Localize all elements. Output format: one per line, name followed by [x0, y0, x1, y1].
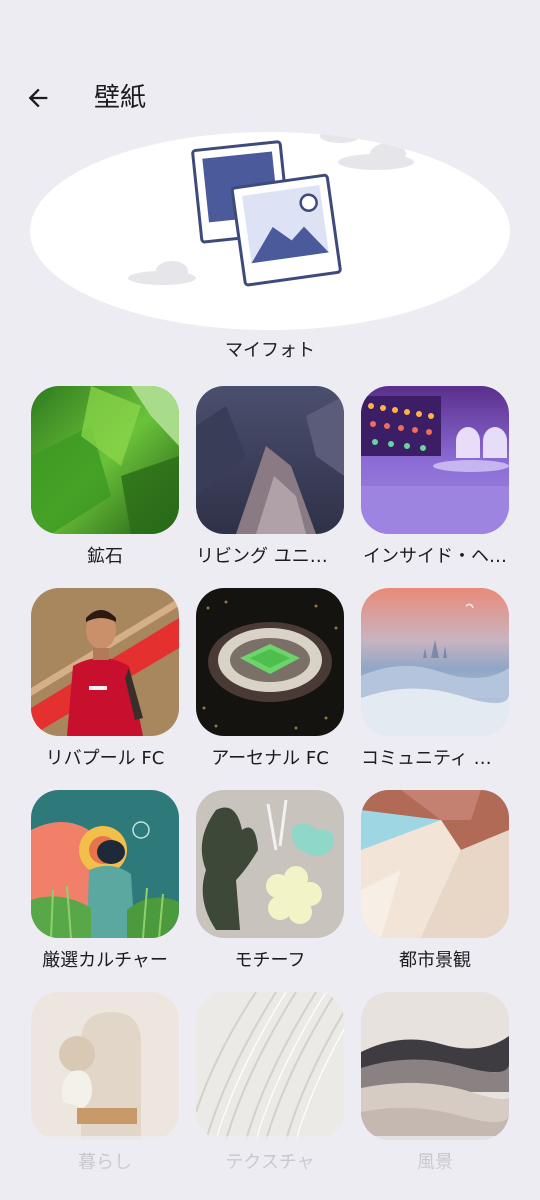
- category-tile[interactable]: モチーフ: [196, 790, 344, 974]
- category-tile[interactable]: リバプール FC: [31, 588, 179, 772]
- category-tile[interactable]: 暮らし: [31, 992, 179, 1176]
- category-thumbnail-landscape: [361, 992, 509, 1140]
- category-label: リバプール FC: [45, 748, 165, 769]
- category-tile[interactable]: コミュニティ レ…: [361, 588, 509, 772]
- category-label: 風景: [417, 1152, 453, 1173]
- my-photos-label: マイフォト: [225, 340, 315, 361]
- category-thumbnail-liverpool-fc: [31, 588, 179, 736]
- back-button[interactable]: [14, 74, 62, 122]
- category-tile[interactable]: 鉱石: [31, 386, 179, 570]
- category-label: 暮らし: [78, 1152, 132, 1173]
- category-thumbnail-curated-culture: [31, 790, 179, 938]
- category-label: テクスチャ: [225, 1152, 315, 1173]
- category-thumbnail-motif: [196, 790, 344, 938]
- category-label: コミュニティ レ…: [361, 748, 509, 769]
- category-tile[interactable]: リビング ユニバ…: [196, 386, 344, 570]
- category-label: 都市景観: [399, 950, 471, 971]
- category-label: リビング ユニバ…: [196, 546, 344, 567]
- category-thumbnail-texture: [196, 992, 344, 1140]
- category-thumbnail-living-universe: [196, 386, 344, 534]
- category-tile[interactable]: テクスチャ: [196, 992, 344, 1176]
- category-label: 厳選カルチャー: [42, 950, 168, 971]
- category-thumbnail-arsenal-fc: [196, 588, 344, 736]
- top-app-bar: 壁紙: [0, 70, 540, 126]
- category-thumbnail-inside-out: [361, 386, 509, 534]
- category-thumbnail-living: [31, 992, 179, 1140]
- page-title: 壁紙: [94, 83, 147, 113]
- category-thumbnail-community-release: [361, 588, 509, 736]
- category-label: アーセナル FC: [211, 748, 329, 769]
- category-tile[interactable]: インサイド・ヘ…: [361, 386, 509, 570]
- my-photos-card[interactable]: [30, 132, 510, 330]
- category-label: モチーフ: [234, 950, 306, 971]
- photo-stack-icon: [191, 140, 342, 287]
- category-tile[interactable]: 風景: [361, 992, 509, 1176]
- category-label: インサイド・ヘ…: [363, 546, 507, 567]
- category-tile[interactable]: 都市景観: [361, 790, 509, 974]
- category-tile[interactable]: 厳選カルチャー: [31, 790, 179, 974]
- category-tile[interactable]: アーセナル FC: [196, 588, 344, 772]
- category-thumbnail-minerals: [31, 386, 179, 534]
- wallpaper-picker-screen: 壁紙 マイフォト 鉱石 リビング ユニバ… インサイド・ヘ… リバプール FC …: [0, 0, 540, 1200]
- category-thumbnail-cityscape: [361, 790, 509, 938]
- arrow-back-icon: [28, 88, 48, 108]
- category-label: 鉱石: [87, 546, 123, 567]
